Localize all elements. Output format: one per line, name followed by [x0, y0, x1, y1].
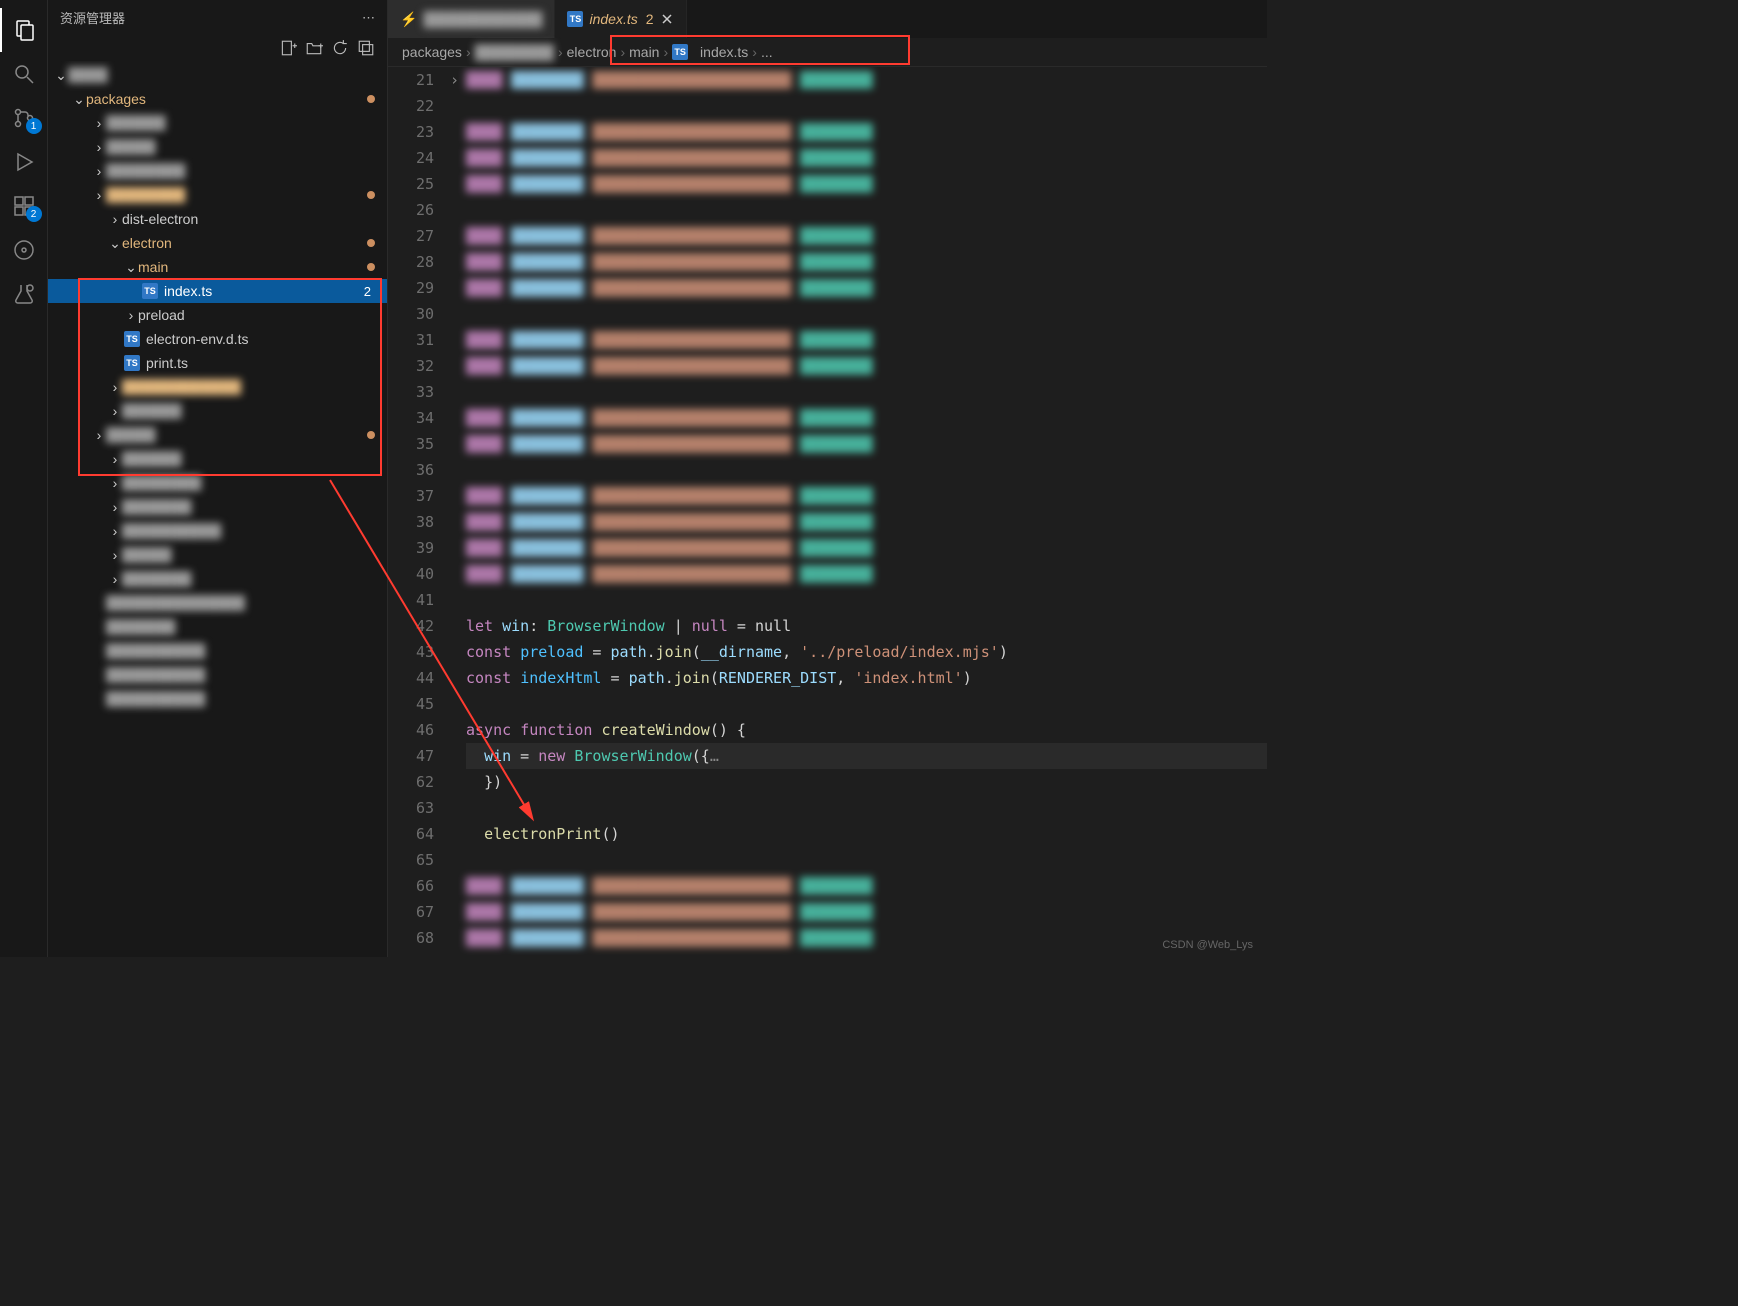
chevron-down-icon: ⌄ — [108, 235, 122, 252]
sidebar-actions — [48, 35, 387, 61]
problem-badge: 2 — [364, 284, 375, 299]
file-print-ts[interactable]: TS print.ts — [48, 351, 387, 375]
modified-dot — [367, 191, 375, 199]
tree-item[interactable]: ›██████████ — [48, 519, 387, 543]
tree-item[interactable]: ██████████ — [48, 687, 387, 711]
folder-preload[interactable]: › preload — [48, 303, 387, 327]
modified-dot — [367, 431, 375, 439]
source-control-icon[interactable]: 1 — [0, 96, 48, 140]
tree-root[interactable]: ⌄ ████ — [48, 63, 387, 87]
vite-icon: ⚡ — [400, 11, 417, 28]
tab-item[interactable]: ⚡ ████████████ — [388, 0, 555, 38]
watermark: CSDN @Web_Lys — [1162, 939, 1253, 951]
test-icon[interactable] — [0, 272, 48, 316]
chevron-down-icon: ⌄ — [54, 67, 68, 84]
tab-label: ████████████ — [423, 11, 542, 27]
folder-label: dist-electron — [122, 211, 375, 227]
tab-badge: 2 — [646, 11, 654, 27]
collapse-icon[interactable] — [357, 39, 375, 57]
chevron-right-icon: › — [752, 44, 757, 60]
chevron-down-icon: ⌄ — [72, 91, 86, 108]
chevron-right-icon: › — [124, 307, 138, 323]
git-branch-icon[interactable] — [0, 228, 48, 272]
folder-label: preload — [138, 307, 375, 323]
breadcrumb: packages › ████████ › electron › main › … — [388, 38, 1267, 67]
folder-dist-electron[interactable]: › dist-electron — [48, 207, 387, 231]
tab-label: index.ts — [589, 11, 637, 27]
tree-item[interactable]: ›██████ — [48, 111, 387, 135]
tree-item[interactable]: ██████████████ — [48, 591, 387, 615]
tree-item[interactable]: ██████████ — [48, 663, 387, 687]
tree-item[interactable]: ›███████ — [48, 567, 387, 591]
tab-bar: ⚡ ████████████ TS index.ts 2 — [388, 0, 1267, 38]
crumb-main[interactable]: main — [629, 44, 659, 60]
tree-item[interactable]: ›██████ — [48, 447, 387, 471]
chevron-right-icon: › — [620, 44, 625, 60]
code-editor[interactable]: 2122232425262728293031323334353637383940… — [388, 67, 1267, 957]
editor-area: ⚡ ████████████ TS index.ts 2 packages › … — [388, 0, 1267, 957]
crumb-packages[interactable]: packages — [402, 44, 462, 60]
ext-badge: 2 — [26, 206, 42, 222]
crumb-file[interactable]: TS index.ts — [672, 44, 748, 60]
tree-item[interactable]: ›████████ — [48, 183, 387, 207]
tree-item[interactable]: ›█████ — [48, 543, 387, 567]
tree-item[interactable]: ›█████ — [48, 423, 387, 447]
crumb-more[interactable]: ... — [761, 44, 773, 60]
tree-item[interactable]: ›█████ — [48, 135, 387, 159]
run-icon[interactable] — [0, 140, 48, 184]
tree-item[interactable]: ██████████ — [48, 639, 387, 663]
ts-icon: TS — [567, 11, 583, 27]
ts-icon: TS — [124, 355, 140, 371]
folder-electron[interactable]: ⌄ electron — [48, 231, 387, 255]
tab-item-index[interactable]: TS index.ts 2 — [555, 0, 686, 38]
new-folder-icon[interactable] — [305, 39, 323, 57]
more-icon[interactable]: ⋯ — [362, 10, 375, 26]
file-tree: ⌄ ████ ⌄ packages ›██████ ›█████ ›██████… — [48, 61, 387, 957]
ts-icon: TS — [124, 331, 140, 347]
explorer-icon[interactable] — [0, 8, 48, 52]
tree-item[interactable]: ›████████ — [48, 159, 387, 183]
file-env-dts[interactable]: TS electron-env.d.ts — [48, 327, 387, 351]
tree-item[interactable]: ›████████ — [48, 471, 387, 495]
file-label: index.ts — [164, 283, 364, 299]
scm-badge: 1 — [26, 118, 42, 134]
crumb-electron[interactable]: electron — [567, 44, 617, 60]
tree-item[interactable]: ›███████ — [48, 495, 387, 519]
folder-packages[interactable]: ⌄ packages — [48, 87, 387, 111]
modified-dot — [367, 239, 375, 247]
tree-item[interactable]: ›██████ — [48, 399, 387, 423]
refresh-icon[interactable] — [331, 39, 349, 57]
chevron-down-icon: ⌄ — [124, 259, 138, 276]
ts-icon: TS — [672, 44, 688, 60]
tree-root-label: ████ — [68, 67, 375, 83]
folder-label: packages — [86, 91, 367, 107]
extensions-icon[interactable]: 2 — [0, 184, 48, 228]
crumb-blur[interactable]: ████████ — [475, 44, 554, 60]
modified-dot — [367, 95, 375, 103]
sidebar-title: 资源管理器 — [60, 8, 125, 27]
modified-dot — [367, 263, 375, 271]
file-index-ts[interactable]: TS index.ts 2 — [48, 279, 387, 303]
new-file-icon[interactable] — [279, 39, 297, 57]
file-label: print.ts — [146, 355, 375, 371]
folder-label: electron — [122, 235, 367, 251]
ts-icon: TS — [142, 283, 158, 299]
chevron-right-icon: › — [466, 44, 471, 60]
activity-bar: 1 2 — [0, 0, 48, 957]
chevron-right-icon: › — [663, 44, 668, 60]
line-gutter: 2122232425262728293031323334353637383940… — [388, 67, 450, 957]
sidebar-header: 资源管理器 ⋯ — [48, 0, 387, 35]
fold-column: › — [450, 67, 466, 957]
chevron-right-icon: › — [558, 44, 563, 60]
folder-main[interactable]: ⌄ main — [48, 255, 387, 279]
folder-label: main — [138, 259, 367, 275]
chevron-right-icon: › — [108, 211, 122, 227]
file-label: electron-env.d.ts — [146, 331, 375, 347]
close-icon[interactable] — [660, 12, 674, 26]
tree-item[interactable]: ›████████████ — [48, 375, 387, 399]
tree-item[interactable]: ███████ — [48, 615, 387, 639]
search-icon[interactable] — [0, 52, 48, 96]
explorer-sidebar: 资源管理器 ⋯ ⌄ ████ ⌄ packages ›██████ ›█████… — [48, 0, 388, 957]
code-content: ████ ████████ ██████████████████████ ███… — [466, 67, 1267, 957]
